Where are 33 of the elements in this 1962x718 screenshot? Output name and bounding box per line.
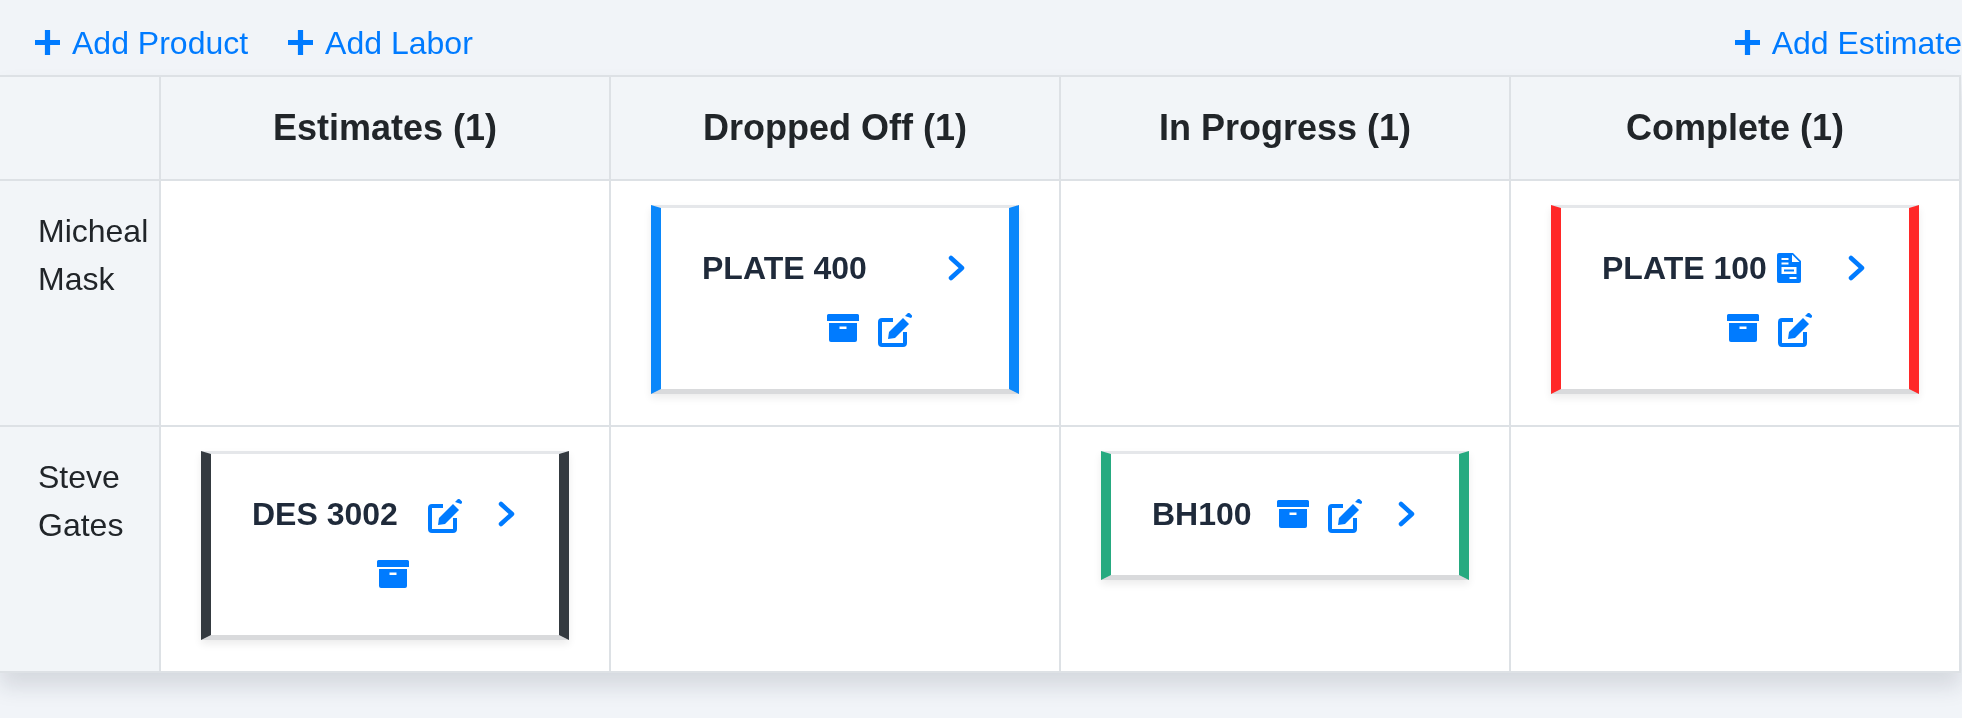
plus-icon <box>288 30 314 55</box>
edit-icon[interactable] <box>1326 499 1362 535</box>
chevron-right-icon[interactable] <box>1848 255 1866 281</box>
archive-icon[interactable] <box>827 314 859 342</box>
row-label: Steve Gates <box>0 427 161 673</box>
card-title: DES 3002 <box>252 495 398 534</box>
add-link[interactable]: Add Product <box>35 22 249 63</box>
column-header: Complete (1) <box>1511 77 1961 181</box>
chevron-right-icon[interactable] <box>948 255 966 281</box>
document-icon[interactable] <box>1776 253 1801 283</box>
kanban-card[interactable]: PLATE 100 <box>1551 205 1919 394</box>
kanban-card[interactable]: PLATE 400 <box>651 205 1019 394</box>
add-link[interactable]: Add Estimate <box>1734 22 1962 63</box>
kanban-card[interactable]: BH100 <box>1101 451 1469 580</box>
edit-icon[interactable] <box>426 499 462 535</box>
card-title: PLATE 400 <box>702 249 867 288</box>
column-header: In Progress (1) <box>1061 77 1511 181</box>
add-link[interactable]: Add Labor <box>288 22 473 63</box>
edit-icon[interactable] <box>876 313 912 349</box>
chevron-right-icon[interactable] <box>1398 501 1416 527</box>
plus-icon <box>1734 30 1760 55</box>
row-label: Micheal Mask <box>0 181 161 427</box>
card-title: BH100 <box>1152 495 1252 534</box>
column-header: Estimates (1) <box>161 77 611 181</box>
edit-icon[interactable] <box>1776 313 1812 349</box>
archive-icon[interactable] <box>1727 314 1759 342</box>
archive-icon[interactable] <box>377 560 409 588</box>
column-header: Dropped Off (1) <box>611 77 1061 181</box>
card-title: PLATE 100 <box>1602 249 1767 288</box>
chevron-right-icon[interactable] <box>498 501 516 527</box>
kanban-card[interactable]: DES 3002 <box>201 451 569 640</box>
archive-icon[interactable] <box>1277 500 1309 528</box>
plus-icon <box>35 30 60 55</box>
